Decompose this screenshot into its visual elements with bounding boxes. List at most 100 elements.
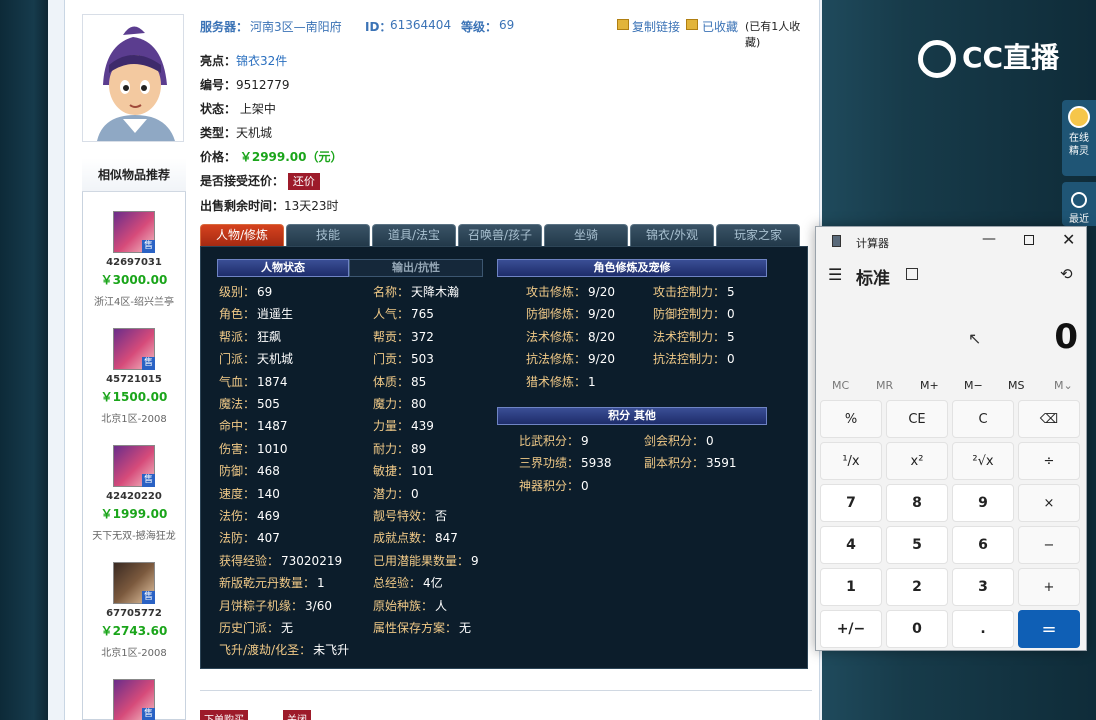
level-label: 等级： bbox=[461, 20, 498, 34]
calc-key[interactable]: 7 bbox=[820, 484, 882, 522]
calc-key[interactable]: CE bbox=[886, 400, 948, 438]
stat-row: 门派： 天机城 bbox=[219, 350, 293, 367]
cultivation-row-value: 1 bbox=[588, 374, 596, 389]
status-label: 状态： bbox=[200, 102, 237, 116]
cc-live-logo: CC直播 bbox=[918, 34, 1064, 84]
highlight-link[interactable]: 锦衣32件 bbox=[236, 54, 287, 68]
mem-store[interactable]: MS bbox=[1008, 379, 1024, 392]
stat-row-key: 魔法： bbox=[219, 397, 256, 411]
cultivation-row: 猎术修炼： 1 bbox=[526, 373, 596, 390]
calc-key[interactable]: C bbox=[952, 400, 1014, 438]
cultivation-row: 防御修炼： 9/20 bbox=[526, 305, 615, 322]
minimize-icon[interactable]: — bbox=[982, 231, 996, 247]
calc-key[interactable]: x² bbox=[886, 442, 948, 480]
calc-key[interactable]: − bbox=[1018, 526, 1080, 564]
stat-row-value: 439 bbox=[411, 419, 434, 434]
stat-row-key: 体质： bbox=[373, 374, 410, 389]
close-icon[interactable]: ✕ bbox=[1062, 230, 1075, 249]
tab-mounts[interactable]: 坐骑 bbox=[544, 224, 628, 246]
recommend-avatar[interactable]: 售 bbox=[113, 445, 155, 487]
recommend-avatar[interactable]: 售 bbox=[113, 562, 155, 604]
tab-character[interactable]: 人物/修炼 bbox=[200, 224, 284, 246]
recommend-price: ￥2743.60 bbox=[100, 624, 168, 638]
tab-items[interactable]: 道具/法宝 bbox=[372, 224, 456, 246]
recommend-item-5[interactable]: 售 bbox=[82, 679, 186, 720]
calc-key[interactable]: 9 bbox=[952, 484, 1014, 522]
recommend-item-4[interactable]: 售 67705772 ￥2743.60 北京1区-2008 bbox=[82, 562, 186, 659]
collect-count: (已有1人收藏) bbox=[745, 20, 801, 49]
calc-key[interactable]: 6 bbox=[952, 526, 1014, 564]
calc-key[interactable]: ²√x bbox=[952, 442, 1014, 480]
calc-key[interactable]: = bbox=[1018, 610, 1080, 648]
type-label: 类型： bbox=[200, 126, 237, 140]
stat-row-value: 3/60 bbox=[305, 598, 332, 613]
hdr-output[interactable]: 输出/抗性 bbox=[349, 259, 483, 277]
cultivation-row: 攻击控制力： 5 bbox=[653, 283, 735, 300]
calc-key[interactable]: × bbox=[1018, 484, 1080, 522]
close-button[interactable]: 关闭 bbox=[283, 710, 311, 720]
stat-row-key: 敏捷： bbox=[373, 464, 410, 479]
stat-row-value: 0 bbox=[411, 486, 419, 501]
stat-row-key: 已用潜能果数量： bbox=[373, 553, 470, 568]
stat-row: 法防： 407 bbox=[219, 529, 280, 546]
stat-row: 敏捷： 101 bbox=[373, 462, 434, 479]
calc-key[interactable]: + bbox=[1018, 568, 1080, 606]
bargain-button[interactable]: 还价 bbox=[287, 173, 320, 190]
stat-row-value: 否 bbox=[435, 509, 448, 523]
calc-key[interactable]: 5 bbox=[886, 526, 948, 564]
online-spirit-widget[interactable]: 在线 精灵 bbox=[1062, 100, 1096, 176]
mem-recall[interactable]: MR bbox=[876, 379, 893, 392]
calc-key[interactable]: 8 bbox=[886, 484, 948, 522]
stat-row-key: 成就点数： bbox=[373, 531, 434, 546]
recommend-item-2[interactable]: 售 45721015 ￥1500.00 北京1区-2008 bbox=[82, 328, 186, 425]
calc-key[interactable]: ¹/x bbox=[820, 442, 882, 480]
recommend-id: 67705772 bbox=[106, 608, 162, 619]
mem-add[interactable]: M+ bbox=[920, 379, 939, 392]
calc-key[interactable]: 2 bbox=[886, 568, 948, 606]
collected-button[interactable]: 已收藏 bbox=[702, 18, 738, 35]
stat-row-key: 耐力： bbox=[373, 441, 410, 456]
history-icon[interactable]: ⟲ bbox=[1060, 265, 1073, 283]
calc-key[interactable]: 1 bbox=[820, 568, 882, 606]
copy-link-button[interactable]: 复制链接 bbox=[632, 18, 680, 35]
stat-row-value: 73020219 bbox=[281, 553, 343, 568]
stat-row-value: 469 bbox=[257, 509, 280, 523]
tab-home[interactable]: 玩家之家 bbox=[716, 224, 800, 246]
calc-key[interactable]: 3 bbox=[952, 568, 1014, 606]
calc-key[interactable]: 4 bbox=[820, 526, 882, 564]
tab-pets[interactable]: 召唤兽/孩子 bbox=[458, 224, 542, 246]
mem-sub[interactable]: M− bbox=[964, 379, 983, 392]
calc-key[interactable]: +/− bbox=[820, 610, 882, 648]
stat-row: 气血： 1874 bbox=[219, 373, 288, 390]
stat-row-value: 人 bbox=[435, 598, 448, 613]
copy-link-icon bbox=[617, 19, 629, 30]
buy-button[interactable]: 下单购买 bbox=[200, 710, 248, 720]
mem-clear[interactable]: MC bbox=[832, 379, 849, 392]
calc-key[interactable]: 0 bbox=[886, 610, 948, 648]
tab-skills[interactable]: 技能 bbox=[286, 224, 370, 246]
tab-appearance[interactable]: 锦衣/外观 bbox=[630, 224, 714, 246]
recommend-avatar[interactable]: 售 bbox=[113, 328, 155, 370]
stat-row-key: 获得经验： bbox=[219, 553, 280, 568]
stat-row: 伤害： 1010 bbox=[219, 440, 288, 457]
recommend-item-3[interactable]: 售 42420220 ￥1999.00 天下无双-撼海狂龙 bbox=[82, 445, 186, 542]
calc-key[interactable]: ⌫ bbox=[1018, 400, 1080, 438]
stat-row: 体质： 85 bbox=[373, 373, 426, 390]
hamburger-menu-icon[interactable]: ☰ bbox=[828, 265, 842, 284]
stat-row: 门贡： 503 bbox=[373, 350, 434, 367]
recommend-item-1[interactable]: 售 42697031 ￥3000.00 浙江4区-绍兴兰亭 bbox=[82, 211, 186, 308]
calc-key[interactable]: ÷ bbox=[1018, 442, 1080, 480]
recommend-avatar[interactable]: 售 bbox=[113, 679, 155, 720]
keep-on-top-icon[interactable] bbox=[906, 268, 918, 280]
calc-key[interactable]: . bbox=[952, 610, 1014, 648]
recent-widget[interactable]: 最近 bbox=[1062, 182, 1096, 226]
calc-key[interactable]: % bbox=[820, 400, 882, 438]
maximize-icon[interactable] bbox=[1024, 235, 1034, 245]
cultivation-row: 法术修炼： 8/20 bbox=[526, 328, 615, 345]
recommend-avatar[interactable]: 售 bbox=[113, 211, 155, 253]
cultivation-row-value: 5 bbox=[727, 329, 735, 344]
recommend-server: 北京1区-2008 bbox=[101, 414, 167, 425]
points-row-key: 剑会积分： bbox=[644, 434, 705, 448]
mem-list[interactable]: M⌄ bbox=[1054, 379, 1073, 392]
stat-row-value: 天降木瀚 bbox=[411, 285, 460, 299]
